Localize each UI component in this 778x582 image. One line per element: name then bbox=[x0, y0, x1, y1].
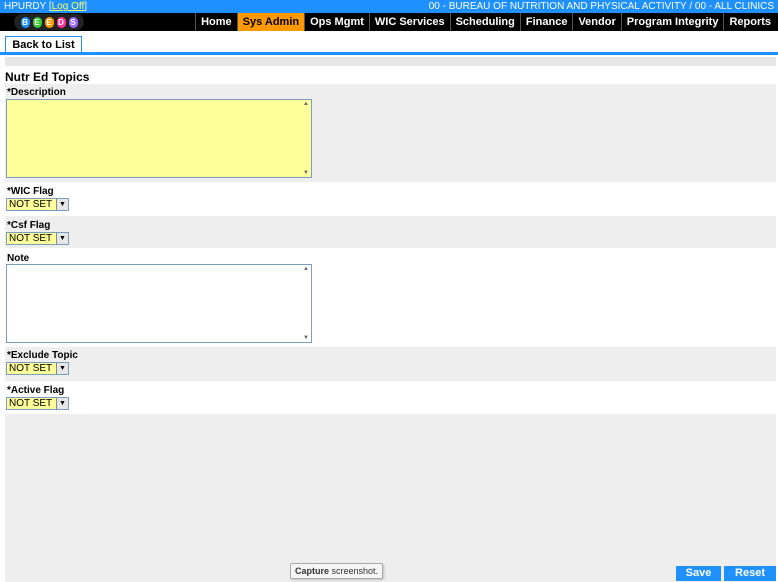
csf-flag-value: NOT SET bbox=[7, 233, 56, 244]
note-textarea[interactable]: ▲ ▼ bbox=[6, 264, 312, 343]
logo-letter: D bbox=[56, 16, 66, 28]
menu-item-home[interactable]: Home bbox=[195, 13, 237, 31]
clinic-info: 00 - BUREAU OF NUTRITION AND PHYSICAL AC… bbox=[428, 1, 774, 12]
chevron-down-icon[interactable]: ▼ bbox=[56, 398, 68, 409]
menu-item-scheduling[interactable]: Scheduling bbox=[449, 13, 520, 31]
active-flag-select[interactable]: NOT SET ▼ bbox=[6, 397, 69, 410]
scroll-up-icon[interactable]: ▲ bbox=[303, 101, 309, 107]
menu-item-finance[interactable]: Finance bbox=[519, 13, 573, 31]
active-flag-row: *Active Flag NOT SET ▼ bbox=[5, 381, 776, 414]
exclude-topic-row: *Exclude Topic NOT SET ▼ bbox=[5, 347, 776, 381]
menu-item-program-integrity[interactable]: Program Integrity bbox=[620, 13, 724, 31]
spacer-strip bbox=[5, 57, 776, 66]
csf-flag-row: *Csf Flag NOT SET ▼ bbox=[5, 216, 776, 248]
title-row bbox=[5, 67, 776, 84]
menu-item-vendor[interactable]: Vendor bbox=[572, 13, 620, 31]
divider bbox=[0, 52, 778, 55]
app-logo: BEEDS bbox=[14, 14, 84, 30]
active-flag-value: NOT SET bbox=[7, 398, 56, 409]
menu-item-sys-admin[interactable]: Sys Admin bbox=[236, 13, 305, 31]
top-bar: HPURDY [Log Off] 00 - BUREAU OF NUTRITIO… bbox=[0, 0, 778, 13]
back-to-list-button[interactable]: Back to List bbox=[5, 36, 82, 53]
menu-item-reports[interactable]: Reports bbox=[723, 13, 776, 31]
wic-flag-label: *WIC Flag bbox=[7, 186, 54, 197]
logo-letter: E bbox=[44, 16, 54, 28]
log-off-link[interactable]: Log Off bbox=[52, 1, 85, 12]
toolbar bbox=[0, 31, 778, 53]
scrollbar[interactable]: ▲ ▼ bbox=[302, 100, 311, 177]
menu-item-wic-services[interactable]: WIC Services bbox=[368, 13, 450, 31]
logo-letter: B bbox=[20, 16, 30, 28]
wic-flag-select[interactable]: NOT SET ▼ bbox=[6, 198, 69, 211]
scroll-down-icon[interactable]: ▼ bbox=[303, 335, 309, 341]
chevron-down-icon[interactable]: ▼ bbox=[56, 233, 68, 244]
logo-letter: S bbox=[68, 16, 78, 28]
page-title: Nutr Ed Topics bbox=[5, 70, 90, 84]
csf-flag-label: *Csf Flag bbox=[7, 220, 51, 231]
exclude-topic-label: *Exclude Topic bbox=[7, 350, 78, 361]
logo-letter: E bbox=[32, 16, 42, 28]
scroll-down-icon[interactable]: ▼ bbox=[303, 170, 309, 176]
active-flag-label: *Active Flag bbox=[7, 385, 65, 396]
exclude-topic-value: NOT SET bbox=[7, 363, 56, 374]
note-row: Note ▲ ▼ bbox=[5, 248, 776, 347]
chevron-down-icon[interactable]: ▼ bbox=[56, 199, 68, 210]
main-menu: Home Sys Admin Ops Mgmt WIC Services Schedul… bbox=[195, 13, 776, 31]
wic-flag-row: *WIC Flag NOT SET ▼ bbox=[5, 182, 776, 216]
menu-item-ops-mgmt[interactable]: Ops Mgmt bbox=[304, 13, 369, 31]
user-info: HPURDY [Log Off] bbox=[4, 1, 88, 12]
tooltip: Capture screenshot. bbox=[290, 563, 384, 579]
csf-flag-select[interactable]: NOT SET ▼ bbox=[6, 232, 69, 245]
wic-flag-value: NOT SET bbox=[7, 199, 56, 210]
chevron-down-icon[interactable]: ▼ bbox=[56, 363, 68, 374]
save-button[interactable]: Save bbox=[676, 566, 721, 581]
nav-bar: BEEDS Home Sys Admin Ops Mgmt WIC Services S… bbox=[0, 13, 778, 31]
tooltip-text: screenshot. bbox=[329, 566, 379, 576]
username: HPURDY bbox=[4, 1, 47, 12]
description-label: *Description bbox=[7, 87, 66, 98]
reset-button[interactable]: Reset bbox=[724, 566, 776, 581]
note-label: Note bbox=[7, 253, 30, 264]
description-row: *Description ▲ ▼ bbox=[5, 84, 776, 182]
exclude-topic-select[interactable]: NOT SET ▼ bbox=[6, 362, 69, 375]
scrollbar[interactable]: ▲ ▼ bbox=[302, 265, 311, 342]
scroll-up-icon[interactable]: ▲ bbox=[303, 266, 309, 272]
tooltip-bold: Capture bbox=[295, 566, 330, 576]
description-textarea[interactable]: ▲ ▼ bbox=[6, 99, 312, 178]
